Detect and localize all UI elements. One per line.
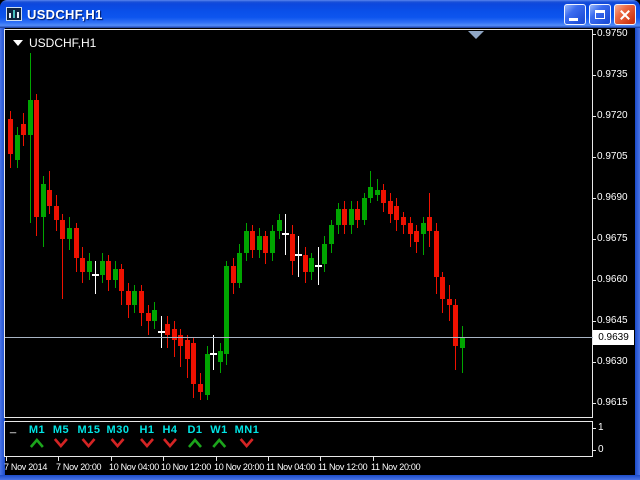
minimize-icon — [569, 18, 578, 21]
window-title: USDCHF,H1 — [27, 7, 103, 22]
price-tick — [592, 239, 596, 240]
indicator-tick — [592, 428, 596, 429]
down-arrow-icon — [110, 437, 126, 449]
price-axis-label: 0.9645 — [597, 315, 628, 327]
price-tick — [592, 362, 596, 363]
timeframe-label: M1 — [29, 424, 45, 436]
chart-window: USDCHF,H1 USDCHF,H1 0.9639 0.9750 0.9735 0… — [0, 0, 640, 480]
restore-icon — [595, 10, 605, 19]
timeframe-item-m30: M30 — [107, 424, 130, 449]
price-axis-label: 0.9690 — [597, 192, 628, 204]
time-tick — [111, 457, 112, 461]
timeframe-label: H4 — [162, 424, 177, 436]
timeframe-label: M5 — [53, 424, 69, 436]
time-axis-label: 10 Nov 12:00 — [161, 462, 211, 472]
timeframe-item-h4: H4 — [162, 424, 178, 449]
timeframe-item-h1: H1 — [139, 424, 155, 449]
timeframe-item-m1: M1 — [29, 424, 45, 449]
timeframe-item-w1: W1 — [210, 424, 228, 449]
down-arrow-icon — [239, 437, 255, 449]
price-axis-label: 0.9750 — [597, 28, 628, 40]
timeframe-label: MN1 — [235, 424, 260, 436]
current-price-tag: 0.9639 — [593, 330, 634, 345]
indicator-axis-label: 0 — [598, 444, 604, 456]
window-border-right — [635, 28, 640, 476]
price-tick — [592, 75, 596, 76]
time-axis-label: 11 Nov 04:00 — [266, 462, 315, 472]
restore-button[interactable] — [589, 4, 611, 25]
down-arrow-icon — [53, 437, 69, 449]
price-axis-label: 0.9705 — [597, 151, 628, 163]
price-axis-label: 0.9720 — [597, 110, 628, 122]
timeframe-item-m5: M5 — [53, 424, 69, 449]
up-arrow-icon — [211, 437, 227, 449]
title-bar[interactable]: USDCHF,H1 — [0, 0, 640, 28]
timeframe-label: D1 — [187, 424, 202, 436]
close-button[interactable] — [614, 4, 636, 25]
current-price-line — [5, 337, 593, 338]
up-arrow-icon — [187, 437, 203, 449]
timeframe-item-d1: D1 — [187, 424, 203, 449]
timeframe-item-m15: M15 — [78, 424, 101, 449]
time-tick — [373, 457, 374, 461]
symbol-label[interactable]: USDCHF,H1 — [13, 36, 96, 50]
chart-shift-marker[interactable] — [468, 31, 484, 39]
down-arrow-icon — [81, 437, 97, 449]
timeframe-label: M30 — [107, 424, 130, 436]
time-tick — [268, 457, 269, 461]
price-axis-label: 0.9615 — [597, 397, 628, 409]
time-tick — [58, 457, 59, 461]
price-axis-label: 0.9660 — [597, 274, 628, 286]
time-axis-label: 7 Nov 2014 — [4, 462, 47, 472]
price-chart-pane[interactable] — [4, 29, 593, 418]
time-tick — [216, 457, 217, 461]
timeframe-item-mn1: MN1 — [235, 424, 260, 449]
down-arrow-icon — [162, 437, 178, 449]
price-axis-label: 0.9630 — [597, 356, 628, 368]
down-arrow-icon — [139, 437, 155, 449]
window-controls — [564, 4, 636, 25]
price-tick — [592, 198, 596, 199]
price-tick — [592, 116, 596, 117]
price-tick — [592, 280, 596, 281]
chevron-down-icon — [13, 40, 23, 46]
time-tick — [163, 457, 164, 461]
window-border-bottom — [0, 475, 640, 480]
time-axis-label: 10 Nov 20:00 — [214, 462, 264, 472]
price-tick — [592, 34, 596, 35]
price-tick — [592, 157, 596, 158]
price-axis-label: 0.9675 — [597, 233, 628, 245]
time-tick — [6, 457, 7, 461]
minimize-button[interactable] — [564, 4, 586, 25]
price-tick — [592, 321, 596, 322]
price-axis-label: 0.9735 — [597, 69, 628, 81]
time-axis-label: 11 Nov 12:00 — [318, 462, 367, 472]
time-tick — [320, 457, 321, 461]
timeframe-label: M15 — [78, 424, 101, 436]
time-axis-label: 10 Nov 04:00 — [109, 462, 159, 472]
timeframe-label: H1 — [139, 424, 154, 436]
indicator-axis-label: 1 — [598, 422, 604, 434]
time-axis-label: 11 Nov 20:00 — [371, 462, 420, 472]
indicator-tick — [592, 450, 596, 451]
indicator-name-label: _ — [10, 422, 16, 434]
up-arrow-icon — [29, 437, 45, 449]
time-axis-label: 7 Nov 20:00 — [56, 462, 101, 472]
chart-window-icon — [6, 6, 23, 22]
price-tick — [592, 403, 596, 404]
timeframe-label: W1 — [210, 424, 228, 436]
